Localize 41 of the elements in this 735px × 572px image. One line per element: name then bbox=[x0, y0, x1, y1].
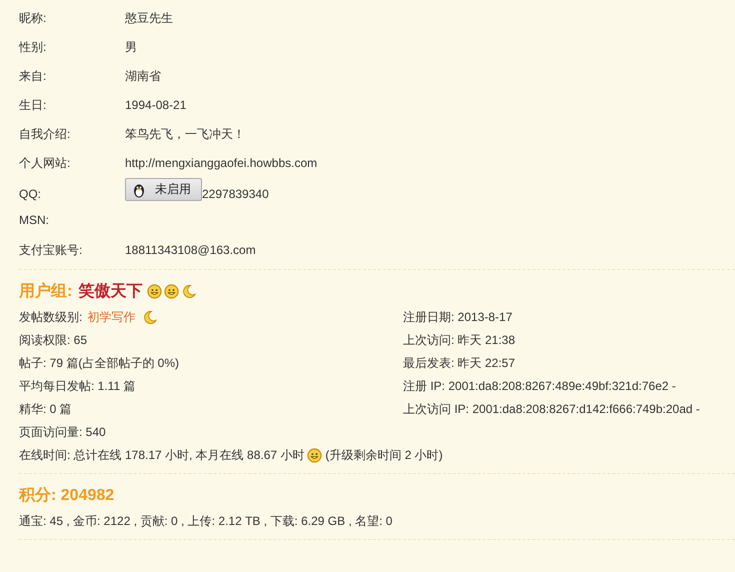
field-label: 自我介绍: bbox=[19, 126, 72, 143]
smiley-icon bbox=[147, 284, 162, 298]
field-value: 男 bbox=[125, 39, 137, 56]
smiley-icon bbox=[164, 284, 180, 298]
moon-icon bbox=[181, 284, 196, 298]
group-name: 笑傲天下 bbox=[78, 282, 142, 302]
credits-title: 积分: 204982 bbox=[19, 486, 116, 506]
field-label: 个人网站: bbox=[19, 155, 72, 172]
stat-label: 发帖数级别: bbox=[19, 309, 82, 326]
stat-text: 帖子: 79 篇(占全部帖子的 0%) bbox=[19, 355, 180, 372]
field-value: 笨鸟先飞，一飞冲天！ bbox=[125, 126, 245, 143]
upgrade-note: (升级剩余时间 2 小时) bbox=[325, 447, 443, 464]
group-label: 用户组: bbox=[19, 281, 72, 302]
field-value: 湖南省 bbox=[125, 68, 161, 85]
stat-text: 上次访问 IP: 2001:da8:208:8267:d142:f666:749b:20ad - bbox=[403, 401, 700, 418]
stat-text: 最后发表: 昨天 22:57 bbox=[403, 355, 516, 372]
field-label: 性别: bbox=[19, 39, 48, 56]
field-value: 18811343108@163.com bbox=[125, 243, 256, 257]
field-label: MSN: bbox=[19, 213, 50, 227]
stat-text: 阅读权限: 65 bbox=[19, 332, 88, 349]
moon-icon bbox=[142, 310, 158, 325]
qq-status-button[interactable]: 未启用 bbox=[125, 178, 202, 201]
credits-details: 通宝: 45 , 金币: 2122 , 贡献: 0 , 上传: 2.12 TB , 下载: 6.29 GB , 名望: 0 bbox=[19, 513, 394, 530]
field-label: QQ: bbox=[19, 186, 42, 200]
field-value: 2297839340 bbox=[202, 186, 269, 200]
penguin-icon bbox=[131, 182, 147, 198]
field-label: 昵称: bbox=[19, 10, 48, 27]
stat-text: 注册 IP: 2001:da8:208:8267:489e:49bf:321d:76e2 - bbox=[403, 378, 676, 395]
field-label: 支付宝账号: bbox=[19, 242, 84, 259]
stat-text: 平均每日发帖: 1.11 篇 bbox=[19, 378, 136, 395]
field-value: 憨豆先生 bbox=[125, 10, 173, 27]
online-time-text: 在线时间: 总计在线 178.17 小时, 本月在线 88.67 小时 bbox=[19, 447, 304, 464]
field-label: 来自: bbox=[19, 68, 48, 85]
field-value: http://mengxianggaofei.howbbs.com bbox=[125, 156, 318, 170]
smiley-icon bbox=[307, 448, 322, 463]
field-label: 生日: bbox=[19, 97, 48, 114]
stat-text: 注册日期: 2013-8-17 bbox=[403, 309, 512, 326]
stat-text: 上次访问: 昨天 21:38 bbox=[403, 332, 516, 349]
field-value: 1994-08-21 bbox=[125, 98, 186, 112]
stat-text: 精华: 0 篇 bbox=[19, 401, 72, 418]
stat-text: 页面访问量: 540 bbox=[19, 424, 106, 441]
